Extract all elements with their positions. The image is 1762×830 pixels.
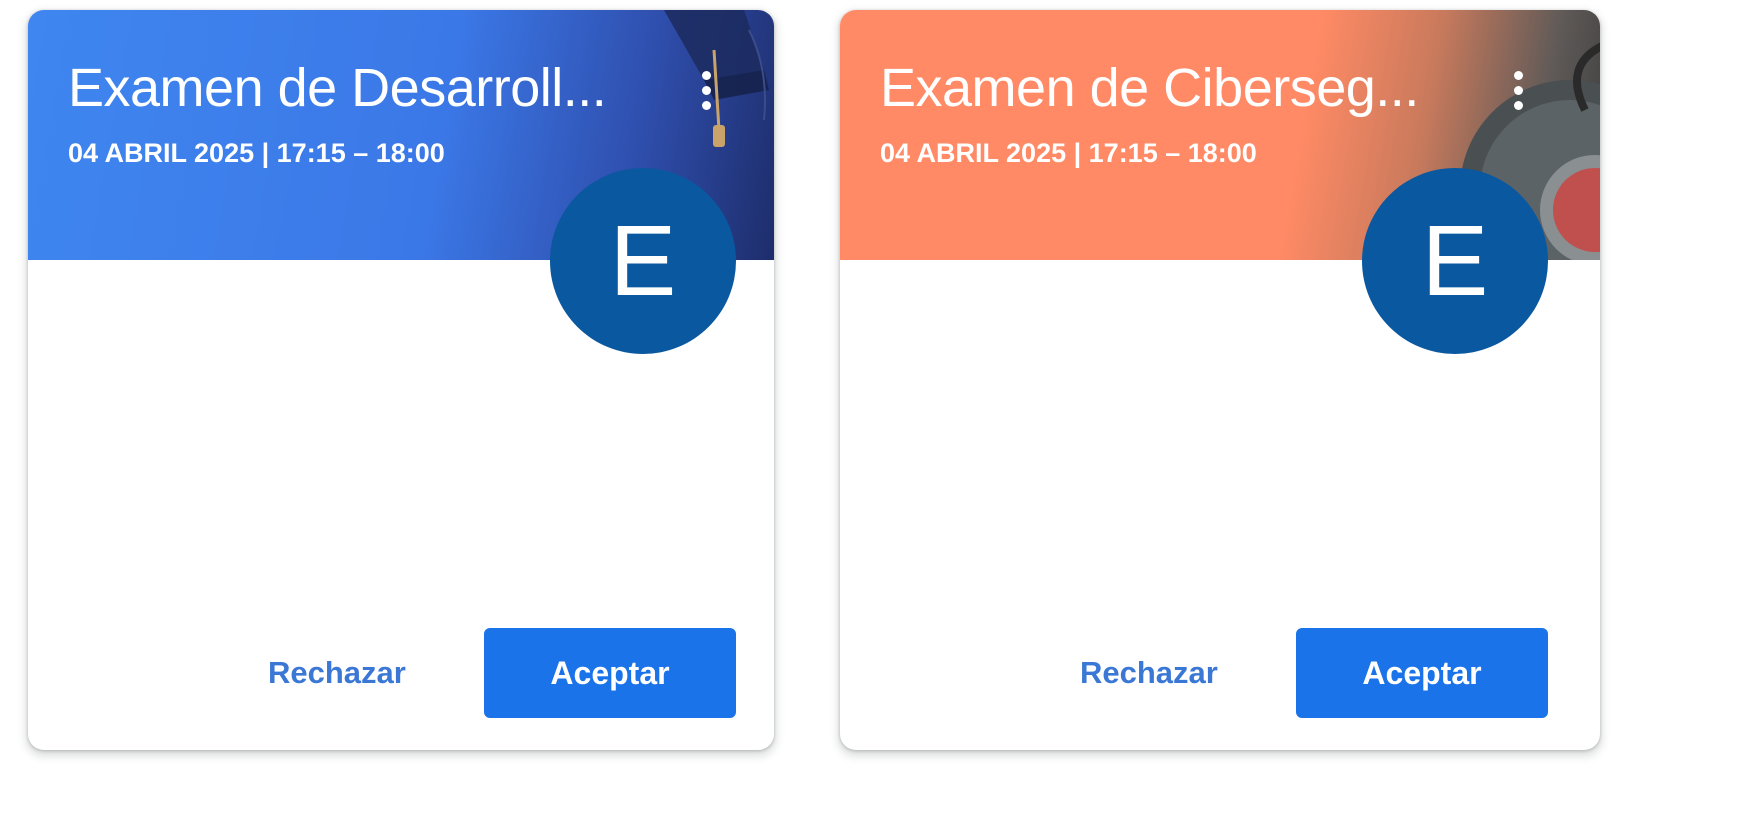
reject-button[interactable]: Rechazar xyxy=(1080,630,1218,716)
accept-button[interactable]: Aceptar xyxy=(1296,628,1548,718)
exam-invitation-card[interactable]: Examen de Desarroll... 04 ABRIL 2025 | 1… xyxy=(28,10,774,750)
reject-button[interactable]: Rechazar xyxy=(268,630,406,716)
accept-button[interactable]: Aceptar xyxy=(484,628,736,718)
card-schedule: 04 ABRIL 2025 | 17:15 – 18:00 xyxy=(880,138,1257,168)
more-vert-icon xyxy=(701,70,711,80)
more-vert-icon xyxy=(1513,70,1523,80)
invitation-cards-grid: Examen de Desarroll... 04 ABRIL 2025 | 1… xyxy=(0,0,1762,830)
card-title: Examen de Ciberseg... xyxy=(880,58,1419,118)
avatar: E xyxy=(550,168,736,354)
avatar: E xyxy=(1362,168,1548,354)
more-options-button[interactable] xyxy=(1500,60,1536,120)
card-schedule: 04 ABRIL 2025 | 17:15 – 18:00 xyxy=(68,138,445,168)
card-title: Examen de Desarroll... xyxy=(68,58,607,118)
more-options-button[interactable] xyxy=(688,60,724,120)
exam-invitation-card[interactable]: Examen de Ciberseg... 04 ABRIL 2025 | 17… xyxy=(840,10,1600,750)
